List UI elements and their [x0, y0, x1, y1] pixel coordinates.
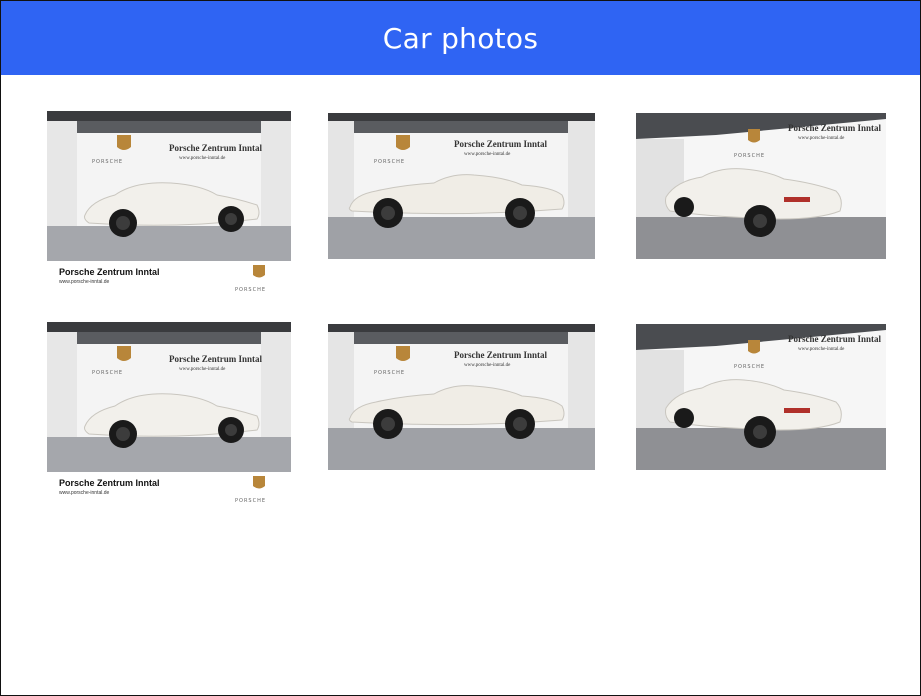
svg-text:www.porsche-inntal.de: www.porsche-inntal.de — [798, 136, 845, 141]
porsche-crest-icon — [396, 346, 410, 361]
svg-text:Porsche Zentrum Inntal: Porsche Zentrum Inntal — [169, 354, 262, 364]
car-photo-6[interactable]: PORSCHE Porsche Zentrum Inntal www.porsc… — [636, 324, 886, 470]
header-bar: Car photos — [1, 1, 920, 75]
porsche-crest-icon — [253, 265, 265, 278]
svg-text:Porsche Zentrum Inntal: Porsche Zentrum Inntal — [59, 478, 160, 488]
svg-text:www.porsche-inntal.de: www.porsche-inntal.de — [179, 156, 226, 161]
svg-text:www.porsche-inntal.de: www.porsche-inntal.de — [179, 367, 226, 372]
svg-text:www.porsche-inntal.de: www.porsche-inntal.de — [798, 347, 845, 352]
svg-text:PORSCHE: PORSCHE — [374, 159, 405, 165]
svg-text:PORSCHE: PORSCHE — [235, 287, 266, 293]
svg-text:www.porsche-inntal.de: www.porsche-inntal.de — [464, 152, 511, 157]
porsche-crest-icon — [117, 135, 131, 150]
porsche-crest-icon — [748, 129, 760, 143]
svg-text:Porsche Zentrum Inntal: Porsche Zentrum Inntal — [454, 350, 547, 360]
car-photo-4[interactable]: PORSCHE Porsche Zentrum Inntal www.porsc… — [47, 322, 291, 508]
car-photo-5[interactable]: PORSCHE Porsche Zentrum Inntal www.porsc… — [328, 324, 595, 470]
svg-text:PORSCHE: PORSCHE — [235, 498, 266, 504]
svg-text:PORSCHE: PORSCHE — [734, 153, 765, 159]
svg-text:www.porsche-inntal.de: www.porsche-inntal.de — [59, 490, 110, 496]
svg-text:www.porsche-inntal.de: www.porsche-inntal.de — [59, 279, 110, 285]
porsche-crest-icon — [396, 135, 410, 150]
porsche-crest-icon — [253, 476, 265, 489]
car-photo-3[interactable]: PORSCHE Porsche Zentrum Inntal www.porsc… — [636, 113, 886, 259]
car-photo-2[interactable]: PORSCHE Porsche Zentrum Inntal www.porsc… — [328, 113, 595, 259]
porsche-crest-icon — [748, 340, 760, 354]
svg-text:PORSCHE: PORSCHE — [374, 370, 405, 376]
svg-text:PORSCHE: PORSCHE — [92, 370, 123, 376]
slide: Car photos PORSCHE Porsche Zentrum Innta… — [0, 0, 921, 696]
porsche-crest-icon — [117, 346, 131, 361]
svg-text:Porsche Zentrum Inntal: Porsche Zentrum Inntal — [454, 139, 547, 149]
svg-text:Porsche Zentrum Inntal: Porsche Zentrum Inntal — [169, 143, 262, 153]
page-title: Car photos — [382, 21, 539, 55]
svg-text:Porsche Zentrum Inntal: Porsche Zentrum Inntal — [788, 334, 881, 344]
car-photo-1[interactable]: PORSCHE Porsche Zentrum Inntal www.porsc… — [47, 111, 291, 297]
svg-text:Porsche Zentrum Inntal: Porsche Zentrum Inntal — [788, 123, 881, 133]
svg-text:Porsche Zentrum Inntal: Porsche Zentrum Inntal — [59, 267, 160, 277]
svg-text:PORSCHE: PORSCHE — [92, 159, 123, 165]
svg-text:www.porsche-inntal.de: www.porsche-inntal.de — [464, 363, 511, 368]
svg-text:PORSCHE: PORSCHE — [734, 364, 765, 370]
